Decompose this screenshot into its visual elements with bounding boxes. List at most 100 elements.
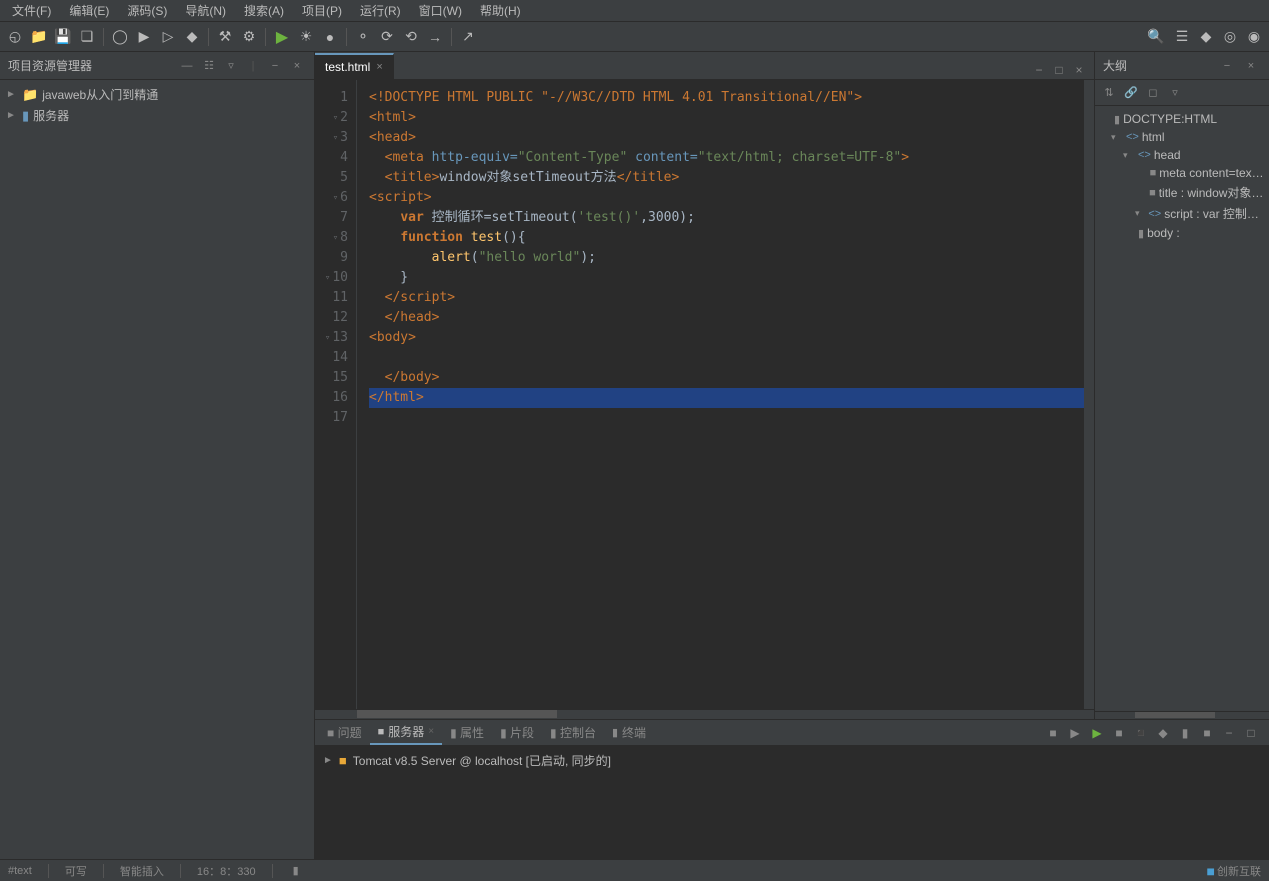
bottom-tab-console-label: ▮ 控制台	[550, 724, 596, 741]
toolbar-btn-extra-2[interactable]: ◆	[1195, 26, 1217, 48]
sidebar-title: 项目资源管理器	[8, 57, 174, 74]
bottom-btn-5[interactable]: ◾	[1131, 723, 1151, 743]
outline-arrow-head: ▾	[1123, 150, 1135, 161]
menu-run[interactable]: 运行(R)	[352, 0, 409, 21]
editor-tab-close-btn[interactable]: ×	[376, 61, 382, 73]
toolbar-run-btn[interactable]: ▶	[271, 26, 293, 48]
toolbar-export-btn[interactable]: ↗	[457, 26, 479, 48]
toolbar-debug-btn[interactable]: ●	[319, 26, 341, 48]
outline-close-btn[interactable]: ×	[1241, 56, 1261, 76]
menu-help[interactable]: 帮助(H)	[472, 0, 529, 21]
bottom-btn-8[interactable]: ■	[1197, 723, 1217, 743]
toolbar-open-btn[interactable]: 📁	[28, 26, 50, 48]
sidebar-close-btn[interactable]: ×	[288, 57, 306, 75]
line-num-13: ▿13	[315, 328, 356, 348]
code-content[interactable]: <!DOCTYPE HTML PUBLIC "-//W3C//DTD HTML …	[357, 80, 1084, 709]
bottom-btn-6[interactable]: ◆	[1153, 723, 1173, 743]
menu-project[interactable]: 项目(P)	[294, 0, 350, 21]
editor-tab-testhtml[interactable]: test.html ×	[315, 53, 394, 79]
toolbar-btn-13[interactable]: ⚬	[352, 26, 374, 48]
tab-close-btn[interactable]: ×	[1070, 61, 1088, 79]
bottom-tab-terminal[interactable]: ▮ 终端	[604, 721, 654, 745]
tab-minimize-btn[interactable]: −	[1030, 61, 1048, 79]
tab-maximize-btn[interactable]: □	[1050, 61, 1068, 79]
toolbar-btn-6[interactable]: ▶	[133, 26, 155, 48]
toolbar-btn-9[interactable]: ⚒	[214, 26, 236, 48]
server-item-icon: ■	[339, 753, 347, 768]
outline-extra-btn[interactable]: ▿	[1165, 83, 1185, 103]
menu-navigate[interactable]: 导航(N)	[177, 0, 234, 21]
outline-item-html[interactable]: ▾ <> html	[1095, 128, 1269, 146]
bottom-tab-server-close[interactable]: ×	[428, 726, 434, 737]
code-editor: 1 ▿2 ▿3 4 5 ▿6 7 ▿8 9 ▿10 11 12 ▿13 14	[315, 80, 1094, 709]
editor-scrollbar-h[interactable]	[315, 709, 1094, 719]
menu-window[interactable]: 窗口(W)	[411, 0, 470, 21]
bottom-btn-2[interactable]: ▶	[1065, 723, 1085, 743]
sidebar-server-label: 服务器	[33, 107, 310, 124]
toolbar-search-btn[interactable]: 🔍	[1143, 26, 1169, 48]
toolbar-btn-14[interactable]: ⟳	[376, 26, 398, 48]
menu-source[interactable]: 源码(S)	[119, 0, 175, 21]
sidebar-collapse-btn[interactable]: −	[266, 57, 284, 75]
menu-file[interactable]: 文件(F)	[4, 0, 59, 21]
outline-link-btn[interactable]: 🔗	[1121, 83, 1141, 103]
outline-arrow-html: ▾	[1111, 132, 1123, 143]
toolbar-btn-16[interactable]: →	[424, 26, 446, 48]
toolbar-btn-5[interactable]: ◯	[109, 26, 131, 48]
toolbar-btn-extra-3[interactable]: ◎	[1219, 26, 1241, 48]
outline-item-title[interactable]: ■ title : window对象se...	[1095, 182, 1269, 203]
bottom-content: ► ■ Tomcat v8.5 Server @ localhost [已启动,…	[315, 746, 1269, 859]
toolbar-btn-8[interactable]: ◆	[181, 26, 203, 48]
outline-item-meta[interactable]: ■ meta content=text/...	[1095, 164, 1269, 182]
bottom-tab-server[interactable]: ■ 服务器 ×	[370, 721, 443, 745]
sidebar-minimize-btn[interactable]: —	[178, 57, 196, 75]
outline-sort-btn[interactable]: ⇅	[1099, 83, 1119, 103]
sidebar-filter-btn[interactable]: ▿	[222, 57, 240, 75]
line-num-12: 12	[315, 308, 356, 328]
outline-item-head[interactable]: ▾ <> head	[1095, 146, 1269, 164]
code-line-9: alert("hello world");	[369, 248, 1084, 268]
bottom-maximize-btn[interactable]: □	[1241, 723, 1261, 743]
toolbar-new-btn[interactable]: ◵	[4, 26, 26, 48]
editor-scrollbar-v[interactable]	[1084, 80, 1094, 709]
line-num-5: 5	[315, 168, 356, 188]
bottom-tab-console[interactable]: ▮ 控制台	[542, 721, 604, 745]
outline-item-script[interactable]: ▾ <> script : var 控制循环...	[1095, 203, 1269, 224]
bottom-btn-4[interactable]: ■	[1109, 723, 1129, 743]
sidebar-item-javaweb[interactable]: ► 📁 javaweb从入门到精通	[0, 84, 314, 105]
bottom-tab-problems[interactable]: ■ 问题	[319, 721, 370, 745]
toolbar-save-btn[interactable]: 💾	[52, 26, 74, 48]
bottom-minimize-pane-btn[interactable]: ■	[1043, 723, 1063, 743]
toolbar-btn-extra-4[interactable]: ◉	[1243, 26, 1265, 48]
menu-bar: 文件(F) 编辑(E) 源码(S) 导航(N) 搜索(A) 项目(P) 运行(R…	[0, 0, 1269, 22]
bottom-btn-3[interactable]: ▶	[1087, 723, 1107, 743]
menu-search[interactable]: 搜索(A)	[236, 0, 292, 21]
bottom-btn-7[interactable]: ▮	[1175, 723, 1195, 743]
toolbar-run2-btn[interactable]: ☀	[295, 26, 317, 48]
toolbar-btn-7[interactable]: ▷	[157, 26, 179, 48]
server-item-label: Tomcat v8.5 Server @ localhost [已启动, 同步的…	[353, 752, 611, 769]
outline-item-body[interactable]: ▮ body :	[1095, 224, 1269, 242]
outline-item-doctype[interactable]: ▮ DOCTYPE:HTML	[1095, 110, 1269, 128]
toolbar-btn-extra-1[interactable]: ☰	[1171, 26, 1193, 48]
toolbar-save-all-btn[interactable]: ❏	[76, 26, 98, 48]
bottom-tab-snippets[interactable]: ▮ 片段	[492, 721, 542, 745]
sidebar-item-server[interactable]: ► ▮ 服务器	[0, 105, 314, 126]
head-icon: <>	[1138, 149, 1151, 161]
outline-scrollbar[interactable]	[1095, 711, 1269, 719]
outline-minimize-btn[interactable]: −	[1217, 56, 1237, 76]
sidebar-javaweb-label: javaweb从入门到精通	[42, 86, 310, 103]
bottom-collapse-btn[interactable]: −	[1219, 723, 1239, 743]
toolbar-btn-10[interactable]: ⚙	[238, 26, 260, 48]
line-num-11: 11	[315, 288, 356, 308]
menu-edit[interactable]: 编辑(E)	[61, 0, 117, 21]
server-tree-item[interactable]: ► ■ Tomcat v8.5 Server @ localhost [已启动,…	[323, 750, 1261, 771]
sidebar-tree: ► 📁 javaweb从入门到精通 ► ▮ 服务器	[0, 80, 314, 859]
toolbar-btn-15[interactable]: ⟲	[400, 26, 422, 48]
line-num-6: ▿6	[315, 188, 356, 208]
sidebar-layout-btn[interactable]: ☷	[200, 57, 218, 75]
status-sep-1	[48, 864, 49, 878]
outline-collapse-btn[interactable]: ◻	[1143, 83, 1163, 103]
logo-area: ■ 创新互联	[1207, 863, 1261, 879]
bottom-tab-properties[interactable]: ▮ 属性	[442, 721, 492, 745]
